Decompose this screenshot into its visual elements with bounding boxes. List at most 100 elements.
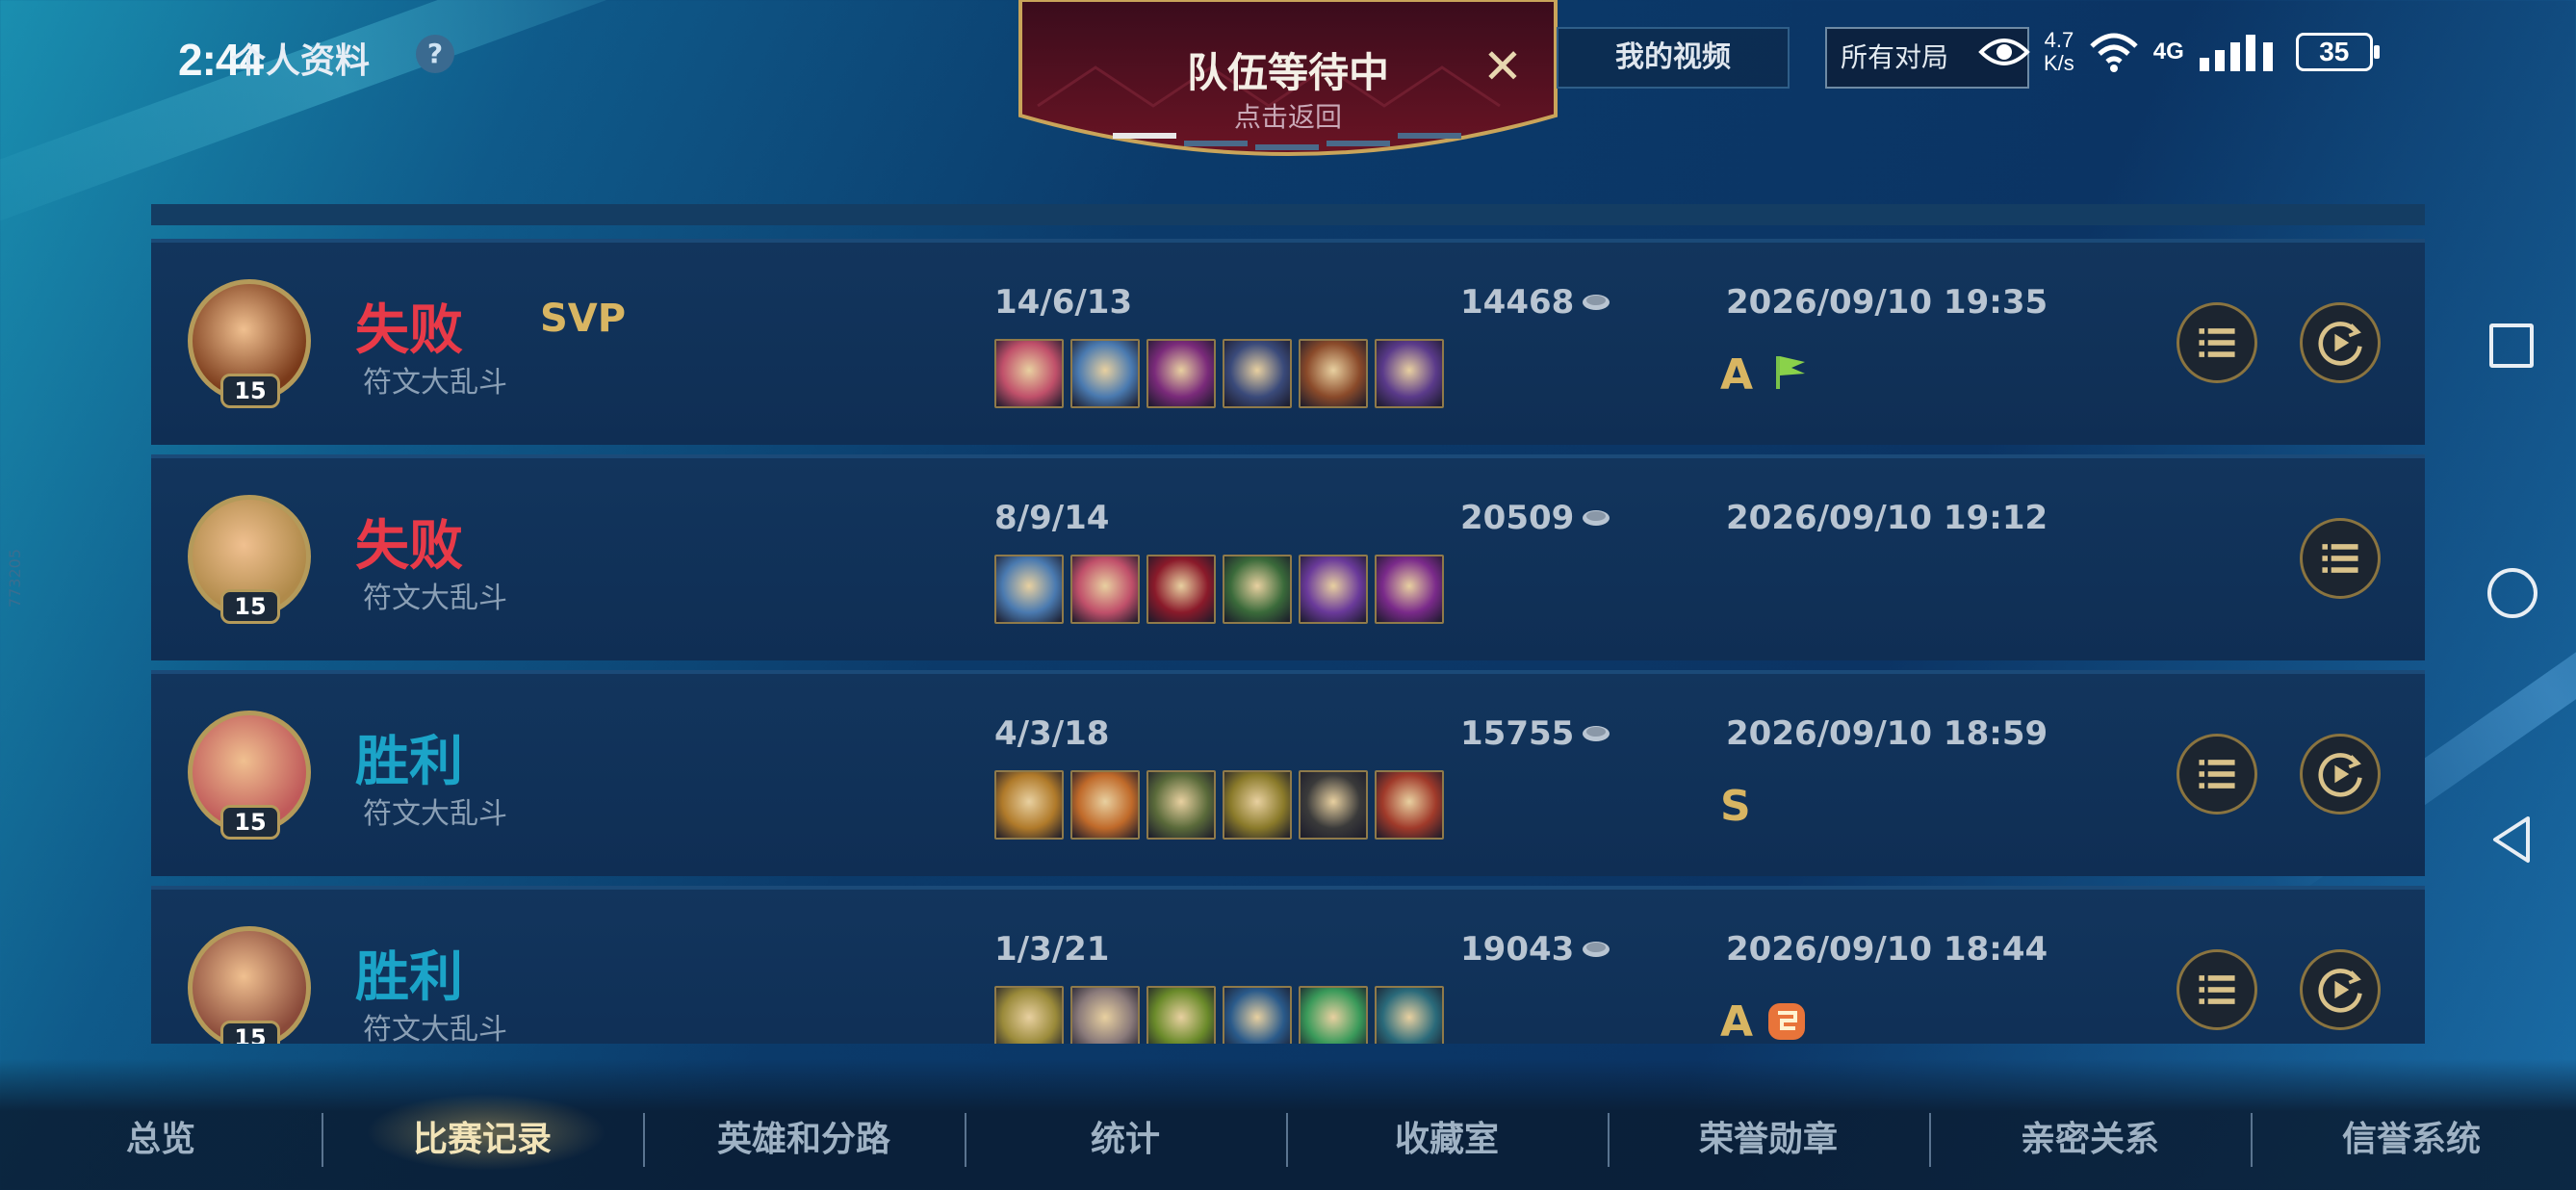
gold-value: 19043 — [1460, 930, 1575, 969]
network-type: 4G — [2152, 39, 2184, 65]
replay-icon — [2318, 322, 2362, 366]
item-icon — [1375, 339, 1444, 408]
kda: 8/9/14 — [994, 499, 1110, 537]
eye-icon — [1978, 39, 2030, 65]
gold-earned: 19043 — [1460, 930, 1612, 969]
match-list: 15 失败 SVP 符文大乱斗 14/6/13 14468 2026/09/10 19:35… — [151, 239, 2425, 1044]
my-video-button[interactable]: 我的视频 — [1557, 27, 1790, 89]
kda: 1/3/21 — [994, 930, 1110, 969]
match-details-button[interactable] — [2300, 518, 2381, 599]
help-icon[interactable]: ? — [416, 35, 454, 73]
item-icon — [1375, 555, 1444, 624]
queue-return-link[interactable]: 点击返回 — [1018, 96, 1558, 135]
replay-button[interactable] — [2300, 734, 2381, 815]
champion-level-badge: 15 — [220, 1021, 280, 1044]
gold-value: 14468 — [1460, 283, 1575, 322]
tab-separator — [1608, 1113, 1610, 1167]
item-icon — [994, 770, 1064, 840]
match-datetime: 2026/09/10 19:35 — [1726, 283, 2048, 322]
item-icon — [1146, 339, 1216, 408]
tab-1[interactable]: 比赛记录 — [322, 1111, 643, 1161]
page-title: 个人资料 — [231, 41, 371, 81]
replay-button[interactable] — [2300, 949, 2381, 1030]
home-icon[interactable] — [2487, 568, 2537, 618]
match-row[interactable]: 15 胜利 符文大乱斗 4/3/18 15755 2026/09/10 18:59 S — [151, 670, 2425, 876]
replay-icon — [2318, 753, 2362, 797]
close-icon[interactable]: ✕ — [1482, 39, 1523, 94]
item-icon — [1223, 986, 1292, 1044]
item-icon — [1223, 339, 1292, 408]
match-datetime: 2026/09/10 18:59 — [1726, 714, 2048, 753]
game-mode: 符文大乱斗 — [363, 366, 507, 400]
match-row[interactable]: 15 胜利符文大乱斗 1/3/21 19043 2026/09/10 18:44 A — [151, 886, 2425, 1044]
match-row[interactable]: 15 失败 符文大乱斗 8/9/14 20509 2026/09/10 19:12 — [151, 454, 2425, 660]
list-icon — [2199, 760, 2235, 789]
recent-apps-icon[interactable] — [2489, 323, 2534, 368]
item-icon — [1375, 986, 1444, 1044]
list-icon — [2322, 544, 2358, 573]
match-result: 失败 — [355, 299, 463, 362]
list-icon — [2199, 975, 2235, 1004]
item-icon — [1070, 986, 1140, 1044]
match-datetime: 2026/09/10 18:44 — [1726, 930, 2048, 969]
list-icon — [2199, 328, 2235, 357]
item-icon — [1299, 770, 1368, 840]
item-icon — [1070, 555, 1140, 624]
match-result: 胜利 — [355, 731, 463, 793]
carry-icon — [1768, 1003, 1805, 1040]
tab-5[interactable]: 荣誉勋章 — [1608, 1111, 1929, 1161]
tab-7[interactable]: 信誉系统 — [2251, 1111, 2572, 1161]
side-code: 773205 — [6, 549, 24, 608]
gold-coin-icon — [1583, 510, 1610, 526]
battery-indicator: 35 — [2295, 33, 2380, 71]
tab-6[interactable]: 亲密关系 — [1929, 1111, 2251, 1161]
item-icon — [1146, 555, 1216, 624]
tab-0[interactable]: 总览 — [0, 1111, 322, 1161]
item-icon — [1070, 339, 1140, 408]
item-icon — [1070, 770, 1140, 840]
replay-button[interactable] — [2300, 302, 2381, 383]
item-build — [994, 339, 1444, 408]
svp-badge: SVP — [540, 297, 627, 341]
champion-level-badge: 15 — [220, 805, 280, 840]
wifi-icon — [2090, 33, 2138, 72]
item-icon — [994, 986, 1064, 1044]
list-header-bar — [151, 204, 2425, 225]
champion-level-badge: 15 — [220, 374, 280, 408]
item-icon — [1299, 986, 1368, 1044]
tab-3[interactable]: 统计 — [965, 1111, 1286, 1161]
item-icon — [1299, 555, 1368, 624]
item-icon — [1146, 770, 1216, 840]
gold-value: 15755 — [1460, 714, 1575, 753]
tab-separator — [1286, 1113, 1288, 1167]
match-datetime: 2026/09/10 19:12 — [1726, 499, 2048, 537]
gold-coin-icon — [1583, 726, 1610, 741]
match-grade: S — [1720, 782, 1751, 831]
game-mode: 符文大乱斗 — [363, 582, 507, 615]
tab-separator — [322, 1113, 323, 1167]
network-speed: 4.7 K/s — [2044, 28, 2074, 75]
kda: 14/6/13 — [994, 283, 1133, 322]
match-result: 失败 — [355, 515, 463, 578]
match-details-button[interactable] — [2177, 734, 2257, 815]
match-details-button[interactable] — [2177, 302, 2257, 383]
back-icon[interactable] — [2486, 813, 2539, 867]
game-mode: 符文大乱斗 — [363, 1013, 507, 1044]
tab-4[interactable]: 收藏室 — [1286, 1111, 1608, 1161]
match-grade: A — [1720, 350, 1754, 400]
item-icon — [1375, 770, 1444, 840]
match-result: 胜利 — [355, 946, 463, 1009]
tab-2[interactable]: 英雄和分路 — [643, 1111, 965, 1161]
item-icon — [994, 339, 1064, 408]
champion-level-badge: 15 — [220, 589, 280, 624]
match-grade: A — [1720, 997, 1754, 1044]
item-icon — [1146, 986, 1216, 1044]
item-icon — [1223, 555, 1292, 624]
match-details-button[interactable] — [2177, 949, 2257, 1030]
queue-banner[interactable]: 队伍等待中 点击返回 ✕ — [1018, 0, 1558, 162]
match-row[interactable]: 15 失败 SVP 符文大乱斗 14/6/13 14468 2026/09/10 19:35… — [151, 239, 2425, 445]
flag-icon — [1776, 356, 1805, 389]
item-icon — [994, 555, 1064, 624]
gold-earned: 15755 — [1460, 714, 1612, 753]
item-build — [994, 770, 1444, 840]
